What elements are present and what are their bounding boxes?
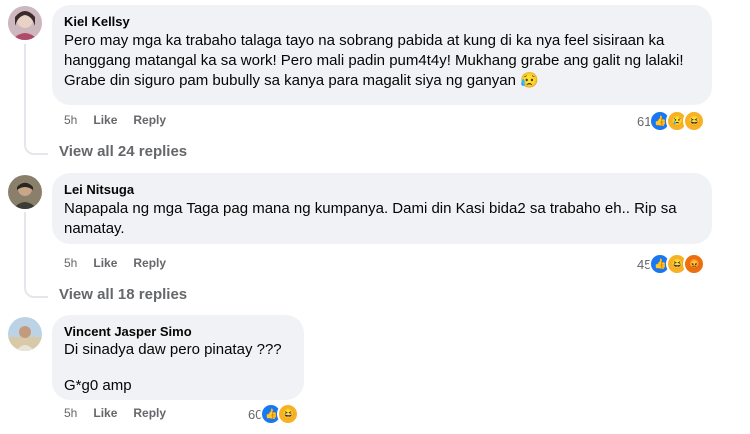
- like-button[interactable]: Like: [93, 256, 117, 270]
- like-button[interactable]: Like: [93, 406, 117, 420]
- profile-photo: [8, 317, 42, 351]
- haha-icon: 😆: [683, 110, 706, 132]
- thread-elbow: [24, 284, 48, 298]
- comment-actions: 5h Like Reply: [64, 406, 182, 420]
- reaction-summary[interactable]: 61 👍 😢 😆: [637, 110, 706, 132]
- thread-line: [24, 44, 26, 141]
- comment-author[interactable]: Kiel Kellsy: [64, 13, 700, 30]
- reply-button[interactable]: Reply: [133, 113, 166, 127]
- comment-time[interactable]: 5h: [64, 113, 77, 127]
- comment-actions: 5h Like Reply: [64, 256, 182, 270]
- reaction-summary[interactable]: 45 👍 😆 😡: [637, 253, 706, 275]
- like-button[interactable]: Like: [93, 113, 117, 127]
- avatar[interactable]: [8, 175, 42, 209]
- profile-photo: [8, 6, 42, 40]
- reaction-summary[interactable]: 60 👍 😆: [248, 403, 300, 425]
- thread-line: [24, 212, 26, 284]
- comment-bubble: Kiel Kellsy Pero may mga ka trabaho tala…: [52, 5, 712, 105]
- comment-time[interactable]: 5h: [64, 406, 77, 420]
- comment-actions: 5h Like Reply: [64, 113, 182, 127]
- comment-text: Pero may mga ka trabaho talaga tayo na s…: [64, 32, 688, 89]
- comment-bubble: Lei Nitsuga Napapala ng mga Taga pag man…: [52, 173, 712, 244]
- comment-author[interactable]: Vincent Jasper Simo: [64, 323, 292, 340]
- reply-button[interactable]: Reply: [133, 406, 166, 420]
- comment-text: Di sinadya daw pero pinatay ??? G*g0 amp: [64, 341, 282, 394]
- reply-button[interactable]: Reply: [133, 256, 166, 270]
- avatar[interactable]: [8, 317, 42, 351]
- view-replies-link[interactable]: View all 24 replies: [59, 143, 187, 160]
- avatar[interactable]: [8, 6, 42, 40]
- profile-photo: [8, 175, 42, 209]
- comment-bubble: Vincent Jasper Simo Di sinadya daw pero …: [52, 315, 304, 400]
- comment-text: Napapala ng mga Taga pag mana ng kumpany…: [64, 200, 681, 237]
- haha-icon: 😆: [277, 403, 300, 425]
- comment-author[interactable]: Lei Nitsuga: [64, 181, 700, 198]
- comment-time[interactable]: 5h: [64, 256, 77, 270]
- angry-icon: 😡: [683, 253, 706, 275]
- view-replies-link[interactable]: View all 18 replies: [59, 286, 187, 303]
- thread-elbow: [24, 141, 48, 155]
